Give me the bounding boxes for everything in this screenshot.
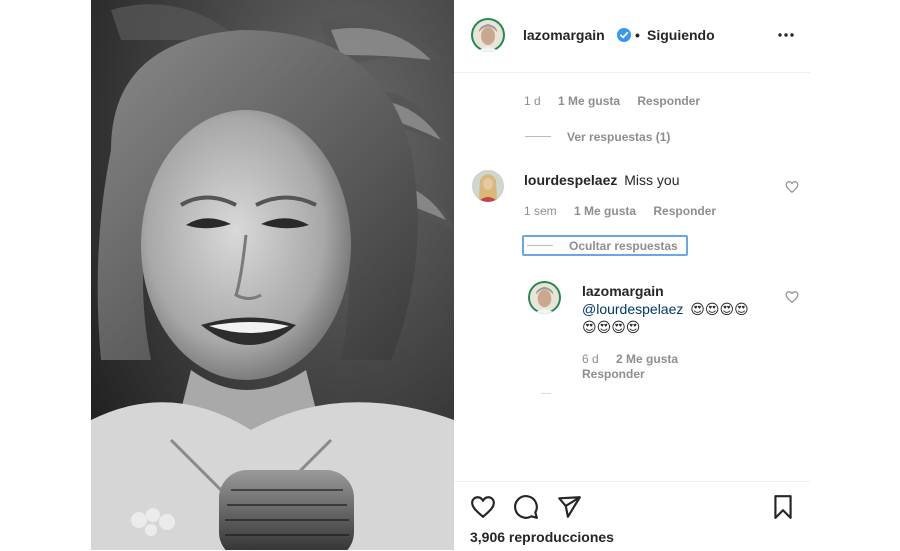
post-video[interactable] bbox=[91, 0, 454, 550]
reply-emoji-text: 😍😍😍😍 bbox=[690, 301, 749, 317]
author-avatar[interactable] bbox=[471, 18, 505, 52]
comment-reply-button[interactable]: Responder bbox=[637, 94, 700, 108]
reply-author-avatar[interactable] bbox=[528, 281, 561, 314]
comment-time: 1 sem bbox=[524, 204, 557, 218]
verified-badge-icon bbox=[617, 28, 631, 42]
divider-line bbox=[527, 245, 553, 247]
reply-emoji-text: 😍😍😍😍 bbox=[582, 319, 641, 335]
reply-time: 6 d bbox=[582, 352, 599, 366]
heart-icon[interactable] bbox=[470, 494, 496, 520]
comment-likes-link[interactable]: 1 Me gusta bbox=[558, 94, 620, 108]
reply-like-heart-icon[interactable] bbox=[785, 290, 799, 304]
comment-icon[interactable] bbox=[513, 494, 539, 520]
bookmark-icon[interactable] bbox=[770, 494, 796, 520]
hide-replies-button[interactable]: Ocultar respuestas bbox=[522, 235, 688, 256]
reply-meta-row: 6 d 2 Me gusta Responder bbox=[582, 352, 678, 382]
reply-body: lazomargain @lourdespelaez 😍😍😍😍 😍😍😍😍 bbox=[582, 282, 749, 336]
view-replies-button[interactable]: Ver respuestas (1) bbox=[525, 128, 670, 146]
reply-reply-button[interactable]: Responder bbox=[582, 367, 645, 381]
divider-line bbox=[525, 136, 551, 138]
commenter-username[interactable]: lourdespelaez bbox=[524, 172, 617, 188]
comment-text: Miss you bbox=[624, 172, 680, 188]
comment-likes-link[interactable]: 1 Me gusta bbox=[574, 204, 636, 218]
follow-status-button[interactable]: Siguiendo bbox=[647, 27, 715, 43]
comment-time: 1 d bbox=[524, 94, 541, 108]
comments-panel: lazomargain • Siguiendo 1 d 1 Me gusta R… bbox=[454, 0, 810, 550]
comment-body: lourdespelaez Miss you bbox=[524, 172, 680, 188]
reply-likes-link[interactable]: 2 Me gusta bbox=[616, 352, 678, 366]
hide-replies-label: Ocultar respuestas bbox=[569, 239, 678, 253]
author-username[interactable]: lazomargain bbox=[523, 27, 605, 43]
comment-meta-row: 1 sem 1 Me gusta Responder bbox=[524, 204, 716, 218]
dot-separator: • bbox=[635, 27, 640, 43]
more-options-icon[interactable] bbox=[777, 27, 795, 41]
comment-reply-button[interactable]: Responder bbox=[653, 204, 716, 218]
view-replies-label: Ver respuestas (1) bbox=[567, 130, 671, 144]
loading-divider bbox=[541, 393, 551, 394]
post-actions-footer: 3,906 reproducciones bbox=[454, 481, 810, 551]
share-icon[interactable] bbox=[556, 494, 582, 520]
video-frame-image bbox=[91, 0, 454, 550]
reply-username[interactable]: lazomargain bbox=[582, 282, 749, 300]
comment-like-heart-icon[interactable] bbox=[785, 180, 799, 194]
post-header: lazomargain • Siguiendo bbox=[454, 0, 810, 73]
reply-mention-link[interactable]: @lourdespelaez bbox=[582, 301, 683, 317]
views-count[interactable]: 3,906 reproducciones bbox=[470, 529, 614, 545]
commenter-avatar[interactable] bbox=[472, 170, 504, 202]
comment-meta-row: 1 d 1 Me gusta Responder bbox=[524, 94, 700, 108]
